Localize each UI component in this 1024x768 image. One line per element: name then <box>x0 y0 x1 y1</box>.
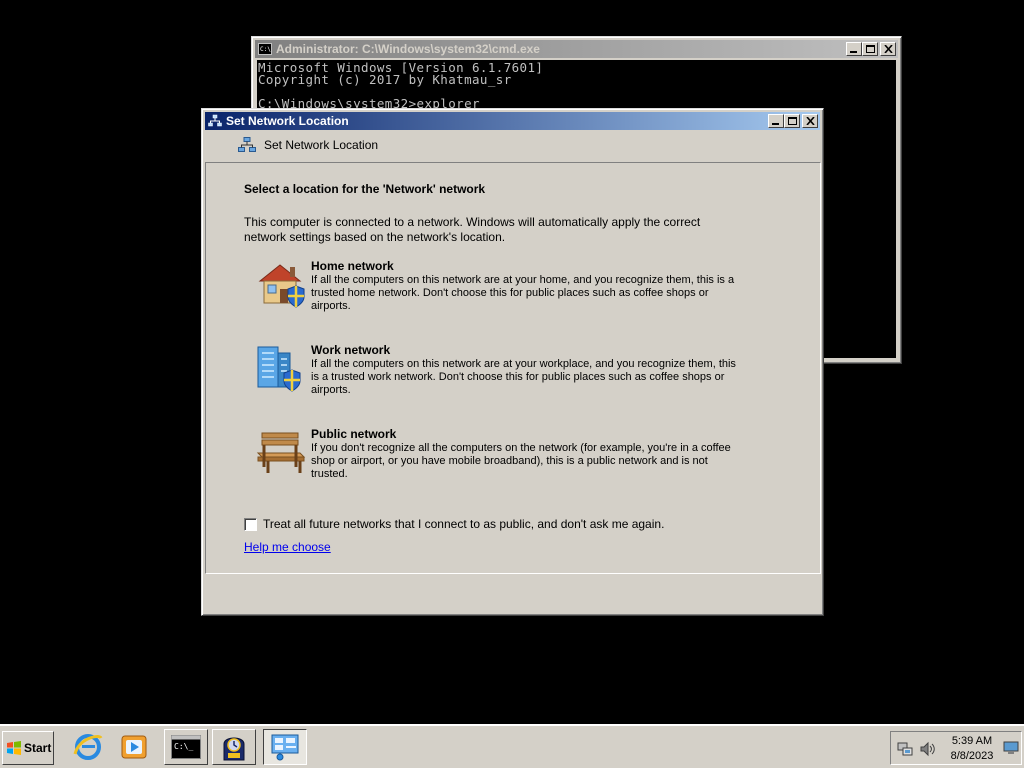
maximize-button[interactable] <box>862 42 878 56</box>
clock-date: 8/8/2023 <box>950 750 994 762</box>
public-network-title: Public network <box>311 427 397 441</box>
close-button[interactable] <box>880 42 896 56</box>
home-network-option[interactable]: Home network If all the computers on thi… <box>254 259 754 329</box>
minimize-button[interactable] <box>768 114 784 128</box>
maximize-icon <box>866 45 875 53</box>
command-prompt-icon: C:\_ <box>171 735 201 759</box>
intro-text: This computer is connected to a network.… <box>244 215 701 244</box>
page-title: Select a location for the 'Network' netw… <box>244 182 486 196</box>
dialog-title: Set Network Location <box>226 114 349 128</box>
dialog-header: Set Network Location <box>238 137 378 153</box>
public-network-icon <box>256 432 306 473</box>
windows-logo-icon <box>7 741 21 755</box>
home-network-title: Home network <box>311 259 394 273</box>
svg-text:C:\: C:\ <box>260 46 271 53</box>
work-network-description: If all the computers on this network are… <box>311 358 736 396</box>
desktop: C:\ Administrator: C:\Windows\system32\c… <box>0 0 1024 724</box>
treat-as-public-row[interactable]: Treat all future networks that I connect… <box>244 517 664 531</box>
command-prompt-task[interactable]: C:\_ <box>164 729 208 765</box>
network-title-icon <box>208 114 222 127</box>
minimize-icon <box>772 123 779 125</box>
start-label: Start <box>24 741 52 755</box>
work-network-icon <box>257 346 301 392</box>
start-button[interactable]: Start <box>2 731 54 765</box>
cmd-title: Administrator: C:\Windows\system32\cmd.e… <box>276 42 540 56</box>
console-line: Copyright (c) 2017 by Khatmau_sr <box>258 72 512 87</box>
network-settings-task[interactable] <box>263 729 307 765</box>
public-network-option[interactable]: Public network If you don't recognize al… <box>254 427 754 497</box>
close-icon <box>806 117 815 125</box>
work-network-title: Work network <box>311 343 391 357</box>
dialog-header-title: Set Network Location <box>264 138 379 152</box>
work-network-option[interactable]: Work network If all the computers on thi… <box>254 343 754 413</box>
network-settings-icon <box>271 734 299 761</box>
media-player-icon <box>121 735 147 759</box>
system-tool-task[interactable] <box>212 729 256 765</box>
network-icon <box>238 137 256 152</box>
public-network-description: If you don't recognize all the computers… <box>311 442 731 480</box>
close-button[interactable] <box>802 114 818 128</box>
dialog-titlebar[interactable]: Set Network Location <box>205 112 820 130</box>
taskbar: Start C:\_ 5:39 AM 8/8/2023 <box>0 724 1024 768</box>
show-desktop-icon[interactable] <box>1003 741 1019 755</box>
system-tray: 5:39 AM 8/8/2023 <box>890 731 1022 765</box>
clock[interactable]: 5:39 AM 8/8/2023 <box>946 734 998 764</box>
internet-explorer-icon <box>73 734 103 760</box>
volume-icon[interactable] <box>919 741 935 757</box>
media-player-launcher[interactable] <box>112 729 156 765</box>
treat-as-public-label[interactable]: Treat all future networks that I connect… <box>263 517 664 531</box>
cmd-titlebar[interactable]: C:\ Administrator: C:\Windows\system32\c… <box>255 40 898 58</box>
minimize-button[interactable] <box>846 42 862 56</box>
maximize-button[interactable] <box>784 114 800 128</box>
internet-explorer-launcher[interactable] <box>66 729 110 765</box>
svg-text:C:\_: C:\_ <box>174 742 193 751</box>
close-icon <box>884 45 893 53</box>
maximize-icon <box>788 117 797 125</box>
network-tray-icon[interactable] <box>897 741 913 757</box>
minimize-icon <box>850 51 857 53</box>
system-tool-icon <box>223 737 245 761</box>
clock-time: 5:39 AM <box>951 735 993 747</box>
home-network-description: If all the computers on this network are… <box>311 274 735 312</box>
dialog-content: Select a location for the 'Network' netw… <box>205 162 821 574</box>
set-network-location-dialog[interactable]: Set Network Location Set Network Locatio… <box>201 108 824 616</box>
home-network-icon <box>258 264 305 308</box>
help-me-choose-link[interactable]: Help me choose <box>244 540 331 554</box>
treat-as-public-checkbox[interactable] <box>244 517 257 531</box>
cmd-window-icon: C:\ <box>258 43 272 55</box>
